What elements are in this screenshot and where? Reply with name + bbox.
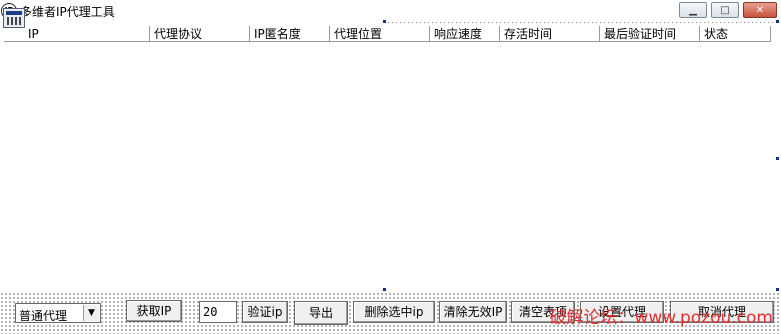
selection-handle bbox=[776, 288, 779, 291]
column-header-anonymity[interactable]: IP匿名度 bbox=[250, 26, 330, 42]
clear-list-button[interactable]: 清空表项 bbox=[511, 301, 575, 323]
column-header-protocol[interactable]: 代理协议 bbox=[150, 26, 250, 42]
delete-selected-ip-button[interactable]: 删除选中ip bbox=[353, 301, 435, 323]
designer-guide-line bbox=[384, 22, 780, 23]
proxy-type-value: 普通代理 bbox=[19, 309, 68, 323]
bottom-toolbar: 普通代理 ▼ 获取IP 20 验证ip 导出 删除选中ip 清除无效IP 清空表… bbox=[0, 292, 781, 334]
export-button[interactable]: 导出 bbox=[294, 301, 348, 325]
title-bar: IP 多维者IP代理工具 ▁ □ ✕ bbox=[0, 0, 781, 22]
close-button[interactable]: ✕ bbox=[743, 2, 777, 18]
list-header: IP 代理协议 IP匿名度 代理位置 响应速度 存活时间 最后验证时间 状态 bbox=[4, 26, 771, 42]
selection-handle bbox=[776, 157, 779, 160]
get-ip-button[interactable]: 获取IP bbox=[126, 300, 182, 322]
column-header-status[interactable]: 状态 bbox=[700, 26, 771, 42]
listview-control-icon bbox=[3, 8, 25, 28]
selection-handle bbox=[776, 20, 779, 23]
verify-ip-button[interactable]: 验证ip bbox=[242, 301, 288, 323]
column-header-last-verified[interactable]: 最后验证时间 bbox=[600, 26, 700, 42]
clear-invalid-ip-button[interactable]: 清除无效IP bbox=[439, 301, 507, 323]
proxy-list-view[interactable]: IP 代理协议 IP匿名度 代理位置 响应速度 存活时间 最后验证时间 状态 bbox=[4, 26, 771, 289]
maximize-button[interactable]: □ bbox=[711, 2, 739, 18]
column-header-speed[interactable]: 响应速度 bbox=[430, 26, 500, 42]
column-header-location[interactable]: 代理位置 bbox=[330, 26, 430, 42]
chevron-down-icon[interactable]: ▼ bbox=[83, 305, 99, 321]
minimize-button[interactable]: ▁ bbox=[679, 2, 707, 18]
column-header-alive-time[interactable]: 存活时间 bbox=[500, 26, 600, 42]
window-title: 多维者IP代理工具 bbox=[20, 5, 115, 19]
selection-handle bbox=[383, 288, 386, 291]
ip-count-input[interactable]: 20 bbox=[199, 301, 237, 323]
selection-handle bbox=[383, 20, 386, 23]
set-proxy-button[interactable]: 设置代理 bbox=[580, 301, 664, 323]
proxy-type-select[interactable]: 普通代理 ▼ bbox=[15, 303, 101, 323]
cancel-proxy-button[interactable]: 取消代理 bbox=[670, 301, 774, 323]
column-header-ip[interactable]: IP bbox=[4, 26, 150, 42]
